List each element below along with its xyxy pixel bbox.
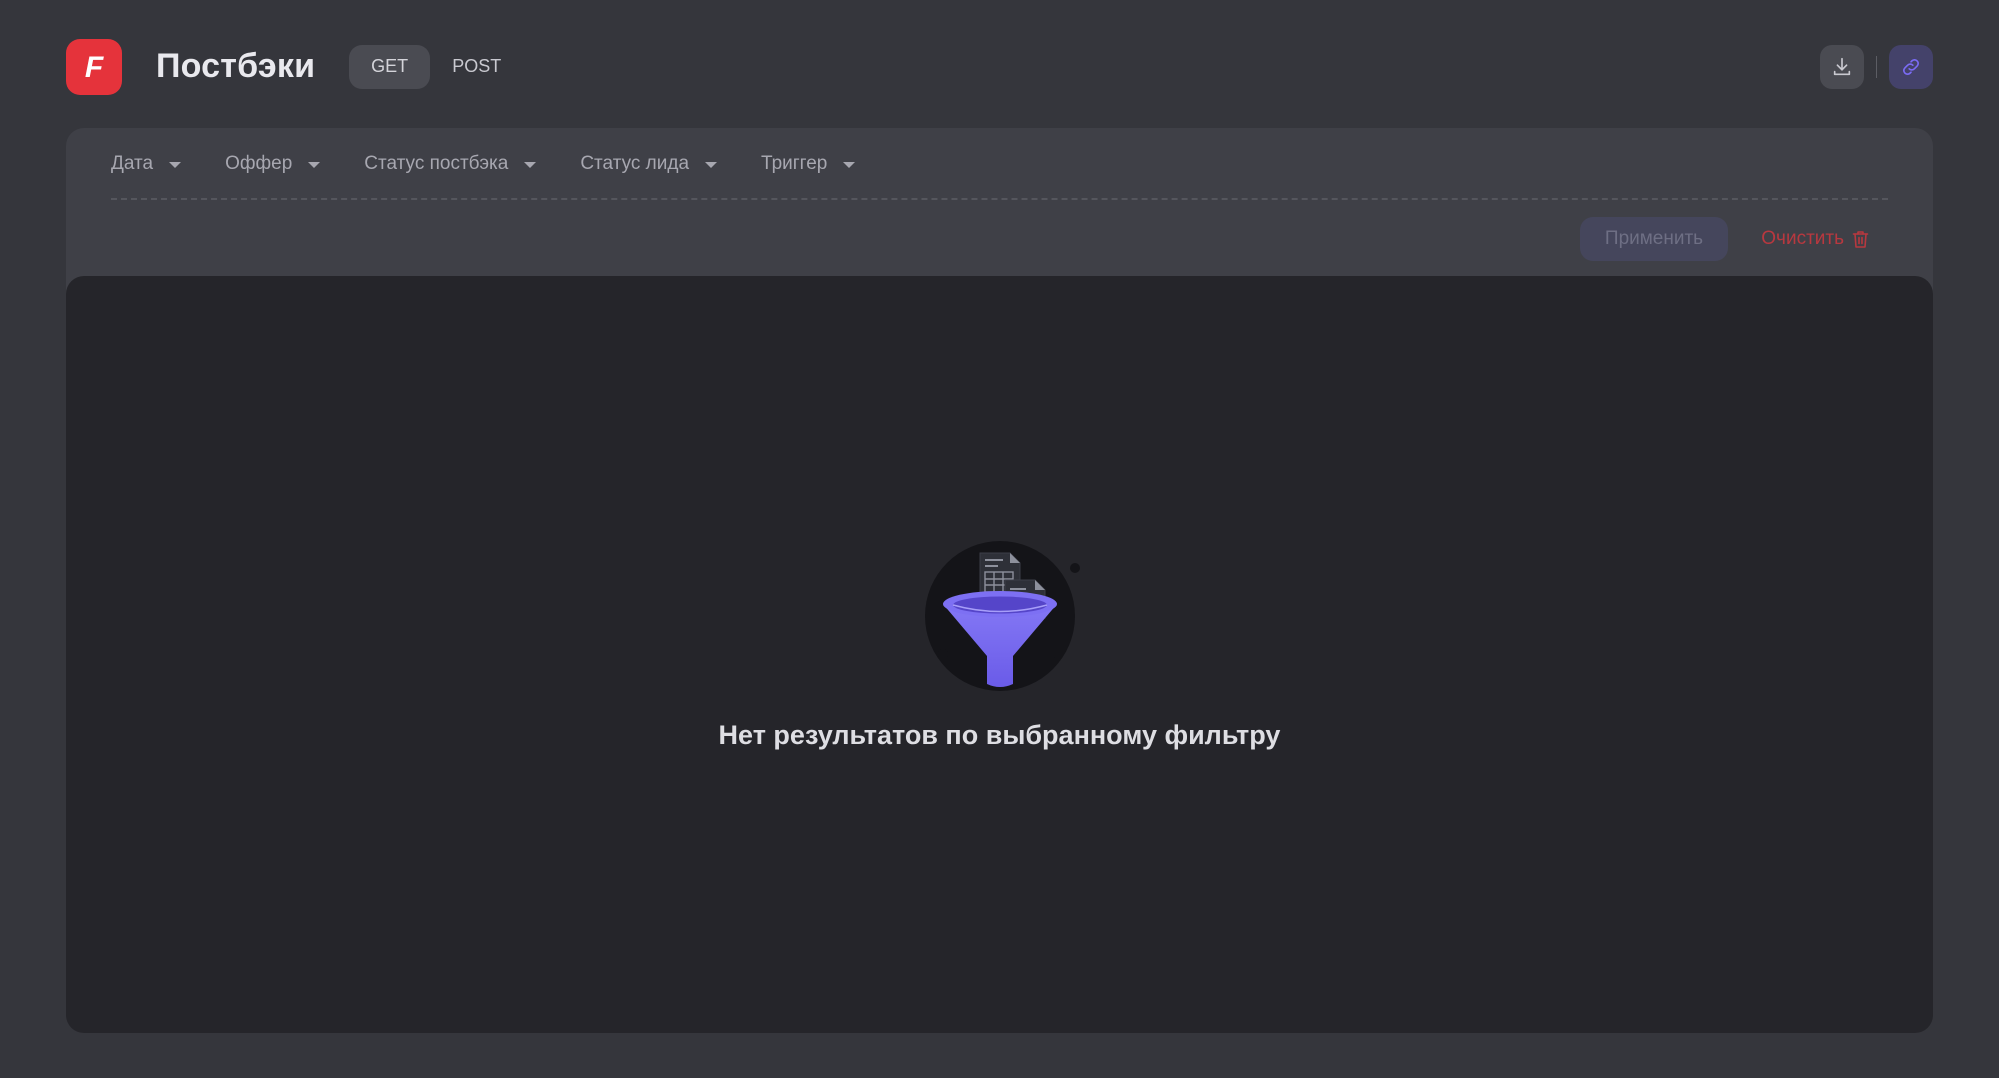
method-tabs: GET POST [349, 44, 523, 89]
filter-label: Статус лида [580, 153, 690, 174]
caret-down-icon [169, 162, 182, 168]
results-area: Нет результатов по выбранному фильтру [66, 276, 1933, 1033]
brand-f-logo-icon: F [85, 51, 104, 84]
caret-down-icon [308, 162, 321, 168]
link-icon [1903, 58, 1919, 75]
filter-label: Статус постбэка [364, 153, 509, 174]
filter-postback-status-dropdown[interactable]: Статус постбэка [364, 153, 537, 175]
filter-panel: Дата Оффер Статус постбэка Статус лида Т… [66, 128, 1933, 298]
caret-down-icon [843, 162, 856, 168]
page-header: F Постбэки GET POST [66, 38, 1933, 95]
trash-icon [1852, 230, 1869, 249]
apply-button[interactable]: Применить [1580, 217, 1728, 261]
filter-trigger-dropdown[interactable]: Триггер [761, 153, 856, 175]
empty-state: Нет результатов по выбранному фильтру [66, 526, 1933, 751]
empty-state-message: Нет результатов по выбранному фильтру [718, 720, 1281, 750]
clear-label: Очистить [1761, 228, 1844, 249]
header-actions [1820, 44, 1933, 89]
filter-label: Оффер [225, 153, 293, 174]
funnel-illustration-icon [924, 541, 1080, 691]
filter-label: Триггер [761, 153, 828, 174]
logo-letter: F [85, 51, 104, 84]
tab-post[interactable]: POST [430, 45, 523, 89]
brand-logo[interactable]: F [66, 38, 122, 95]
download-button[interactable] [1820, 44, 1864, 89]
filter-lead-status-dropdown[interactable]: Статус лида [580, 153, 718, 175]
filter-row: Дата Оффер Статус постбэка Статус лида Т… [111, 128, 899, 200]
filter-date-dropdown[interactable]: Дата [111, 153, 182, 175]
copy-link-button[interactable] [1889, 44, 1933, 89]
filter-offer-dropdown[interactable]: Оффер [225, 153, 321, 175]
clear-button[interactable]: Очистить [1761, 217, 1869, 261]
header-actions-divider [1876, 55, 1877, 78]
filter-divider [111, 198, 1888, 200]
page-title: Постбэки [156, 47, 316, 85]
caret-down-icon [705, 162, 718, 168]
download-icon [1833, 57, 1851, 75]
filter-label: Дата [111, 153, 154, 174]
caret-down-icon [524, 162, 537, 168]
tab-get[interactable]: GET [349, 44, 431, 89]
